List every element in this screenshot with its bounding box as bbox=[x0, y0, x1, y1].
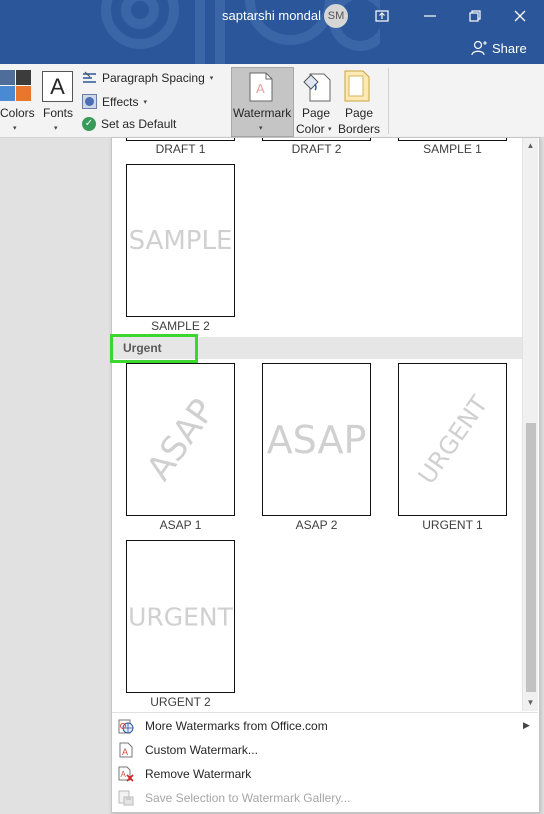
minimize-icon[interactable] bbox=[418, 4, 442, 28]
custom-watermark-icon: A bbox=[119, 742, 133, 758]
scrollbar-thumb[interactable] bbox=[526, 423, 536, 692]
paragraph-spacing-icon bbox=[83, 71, 96, 83]
watermark-thumbnail-asap-2[interactable]: ASAP bbox=[262, 363, 371, 516]
page-borders-label-2[interactable]: Borders bbox=[338, 122, 380, 136]
watermark-preview-text: URGENT bbox=[128, 602, 233, 631]
watermark-dropdown-caret: ▾ bbox=[259, 125, 263, 132]
paragraph-spacing-label: Paragraph Spacing bbox=[102, 71, 205, 85]
gallery-scrollbar[interactable]: ▲ ▼ bbox=[522, 138, 538, 711]
page-color-label-2[interactable]: Color bbox=[296, 122, 325, 136]
svg-text:A: A bbox=[122, 747, 128, 757]
watermark-thumbnail-draft-2[interactable] bbox=[262, 138, 371, 141]
chevron-down-icon: ▾ bbox=[209, 75, 214, 82]
watermark-icon: A bbox=[249, 72, 273, 102]
watermark-preview-text: URGENT bbox=[412, 390, 493, 489]
title-bar: saptarshi mondal SM Share bbox=[0, 0, 544, 64]
colors-dropdown-caret[interactable]: ▾ bbox=[13, 124, 17, 132]
page-color-dropdown-caret[interactable]: ▾ bbox=[328, 125, 332, 133]
design-ribbon: Colors ▾ A Fonts ▾ Paragraph Spacing ▾ E… bbox=[0, 64, 544, 138]
watermark-thumbnail-urgent-2[interactable]: URGENT bbox=[126, 540, 235, 693]
caption-asap-1: ASAP 1 bbox=[159, 518, 202, 532]
check-icon: ✓ bbox=[82, 117, 96, 131]
theme-colors-icon[interactable] bbox=[0, 70, 32, 102]
page-color-label-1[interactable]: Page bbox=[302, 106, 330, 120]
paragraph-spacing-button[interactable]: Paragraph Spacing ▾ bbox=[82, 71, 213, 85]
theme-fonts-icon[interactable]: A bbox=[42, 71, 73, 102]
person-icon bbox=[471, 40, 487, 56]
more-watermarks-menu-item[interactable]: More Watermarks from Office.com ▶ bbox=[112, 715, 538, 739]
custom-watermark-menu-item[interactable]: A Custom Watermark... bbox=[112, 739, 538, 763]
scroll-up-icon[interactable]: ▲ bbox=[523, 138, 538, 154]
share-button[interactable]: Share bbox=[470, 39, 527, 57]
chevron-down-icon: ▾ bbox=[143, 98, 147, 106]
watermark-preview-text: ASAP bbox=[266, 417, 367, 462]
menu-separator bbox=[112, 712, 538, 713]
page-borders-label-1[interactable]: Page bbox=[345, 106, 373, 120]
more-watermarks-label: More Watermarks from Office.com bbox=[145, 719, 328, 733]
fonts-dropdown-caret[interactable]: ▾ bbox=[54, 124, 58, 132]
svg-text:A: A bbox=[121, 770, 127, 779]
caption-urgent-1: URGENT 1 bbox=[422, 518, 483, 532]
effects-icon bbox=[82, 94, 97, 109]
watermark-thumbnail-sample-1[interactable] bbox=[398, 138, 507, 141]
caption-urgent-2: URGENT 2 bbox=[150, 695, 211, 709]
caption-draft-1: DRAFT 1 bbox=[155, 142, 206, 156]
submenu-arrow-icon: ▶ bbox=[523, 720, 530, 730]
page-color-icon[interactable] bbox=[302, 70, 332, 102]
fonts-label[interactable]: Fonts bbox=[43, 106, 73, 120]
ribbon-display-options-icon[interactable] bbox=[370, 4, 394, 28]
user-name[interactable]: saptarshi mondal bbox=[222, 8, 321, 23]
caption-sample-2: SAMPLE 2 bbox=[151, 319, 210, 333]
effects-button[interactable]: Effects ▾ bbox=[82, 94, 147, 109]
watermark-thumbnail-asap-1[interactable]: ASAP bbox=[126, 363, 235, 516]
caption-draft-2: DRAFT 2 bbox=[291, 142, 342, 156]
svg-text:A: A bbox=[256, 81, 265, 96]
set-as-default-label: Set as Default bbox=[101, 117, 177, 131]
remove-watermark-menu-item[interactable]: A Remove Watermark bbox=[112, 763, 538, 787]
caption-asap-2: ASAP 2 bbox=[295, 518, 338, 532]
effects-label: Effects bbox=[102, 94, 139, 109]
save-to-gallery-icon bbox=[118, 790, 134, 806]
watermark-preview-text: ASAP bbox=[138, 391, 223, 488]
scroll-down-icon[interactable]: ▼ bbox=[523, 695, 538, 711]
watermark-thumbnail-sample-2[interactable]: SAMPLE bbox=[126, 164, 235, 317]
office-online-icon bbox=[118, 719, 134, 734]
remove-watermark-icon: A bbox=[118, 766, 134, 782]
custom-watermark-label: Custom Watermark... bbox=[145, 743, 258, 757]
highlight-box bbox=[110, 334, 198, 363]
close-icon[interactable] bbox=[508, 4, 532, 28]
ribbon-divider bbox=[388, 68, 389, 134]
set-as-default-button[interactable]: ✓ Set as Default bbox=[82, 117, 176, 131]
colors-label[interactable]: Colors bbox=[0, 106, 35, 120]
watermark-thumbnail-urgent-1[interactable]: URGENT bbox=[398, 363, 507, 516]
remove-watermark-label: Remove Watermark bbox=[145, 767, 252, 781]
share-label: Share bbox=[492, 40, 527, 56]
save-selection-label: Save Selection to Watermark Gallery... bbox=[145, 791, 351, 805]
avatar[interactable]: SM bbox=[324, 4, 348, 28]
watermark-preview-text: SAMPLE bbox=[128, 225, 233, 256]
save-selection-menu-item: Save Selection to Watermark Gallery... bbox=[112, 787, 538, 811]
page-borders-icon[interactable] bbox=[344, 70, 370, 102]
watermark-button[interactable]: A Watermark ▾ bbox=[231, 67, 294, 137]
caption-sample-1: SAMPLE 1 bbox=[423, 142, 482, 156]
restore-icon[interactable] bbox=[463, 4, 487, 28]
watermark-label: Watermark bbox=[233, 106, 292, 120]
watermark-thumbnail-draft-1[interactable] bbox=[126, 138, 235, 141]
